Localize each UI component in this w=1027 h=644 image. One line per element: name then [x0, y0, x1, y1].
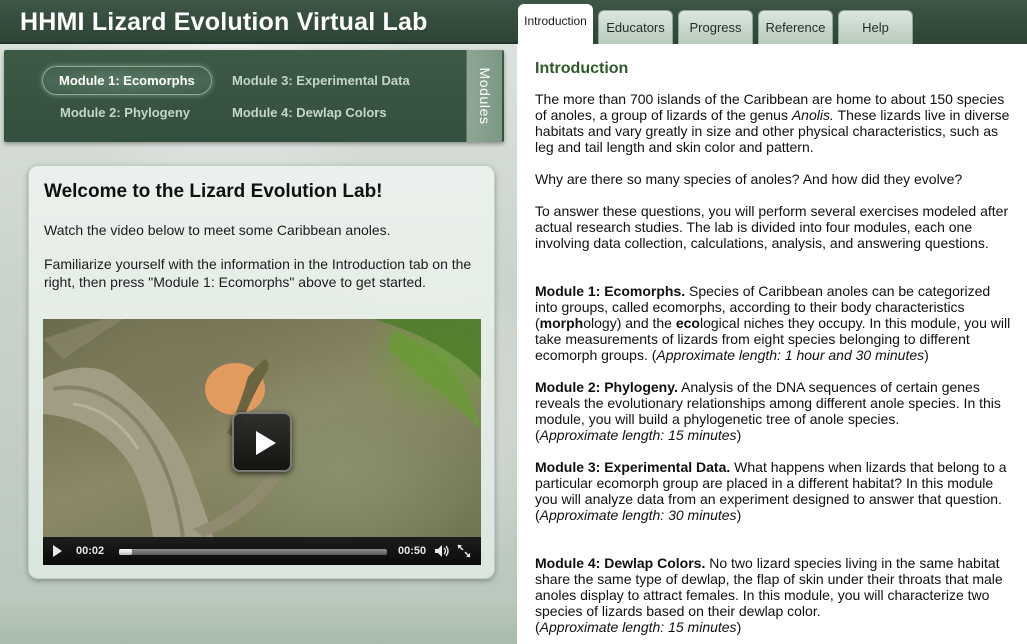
module-1-desc-morph-rest: ology) and the — [583, 315, 676, 331]
module-1-description: Module 1: Ecomorphs. Species of Caribbea… — [535, 283, 1015, 363]
module-3-experimental-data-button[interactable]: Module 3: Experimental Data — [232, 73, 410, 88]
module-nav: Module 1: Ecomorphs Module 2: Phylogeny … — [4, 50, 504, 142]
fullscreen-icon[interactable] — [457, 544, 471, 558]
app-title: HHMI Lizard Evolution Virtual Lab — [20, 8, 428, 36]
video-seek-bar[interactable] — [119, 549, 387, 555]
volume-icon[interactable] — [434, 544, 450, 558]
intro-p1-genus: Anolis. — [791, 107, 834, 123]
module-4-desc-length: Approximate length: 15 minutes — [539, 619, 737, 635]
tab-progress[interactable]: Progress — [678, 10, 753, 44]
modules-side-tab[interactable]: Modules — [466, 50, 502, 142]
welcome-title: Welcome to the Lizard Evolution Lab! — [44, 181, 383, 202]
module-2-desc-title: Module 2: Phylogeny. — [535, 379, 678, 395]
welcome-instructions-text: Familiarize yourself with the informatio… — [44, 256, 472, 290]
module-3-desc-title: Module 3: Experimental Data. — [535, 459, 731, 475]
video-frame — [43, 319, 481, 538]
play-icon[interactable] — [53, 545, 62, 557]
module-4-dewlap-colors-button[interactable]: Module 4: Dewlap Colors — [232, 105, 387, 120]
tab-educators[interactable]: Educators — [598, 10, 673, 44]
video-current-time: 00:02 — [76, 545, 105, 557]
title-bar: HHMI Lizard Evolution Virtual Lab — [0, 0, 517, 44]
tab-introduction[interactable]: Introduction — [518, 4, 593, 44]
module-2-desc-close: ) — [736, 427, 742, 443]
module-1-desc-eco: eco — [675, 315, 700, 331]
module-1-desc-close: ) — [924, 347, 929, 363]
intro-paragraph-1: The more than 700 islands of the Caribbe… — [535, 91, 1015, 155]
tab-help[interactable]: Help — [838, 10, 913, 44]
intro-paragraph-2: Why are there so many species of anoles?… — [535, 171, 963, 187]
welcome-intro-text: Watch the video below to meet some Carib… — [44, 222, 391, 238]
module-4-desc-title: Module 4: Dewlap Colors. — [535, 555, 706, 571]
module-3-description: Module 3: Experimental Data. What happen… — [535, 459, 1015, 523]
module-3-desc-length: Approximate length: 30 minutes — [539, 507, 737, 523]
introduction-heading: Introduction — [535, 60, 629, 77]
video-duration: 00:50 — [398, 545, 427, 557]
module-2-desc-length: Approximate length: 15 minutes — [539, 427, 737, 443]
big-play-button[interactable] — [232, 412, 292, 472]
intro-paragraph-3: To answer these questions, you will perf… — [535, 203, 1009, 251]
background-footer-strip — [0, 603, 517, 644]
module-1-desc-title: Module 1: Ecomorphs. — [535, 283, 686, 299]
module-2-phylogeny-button[interactable]: Module 2: Phylogeny — [60, 105, 190, 120]
video-controls: 00:02 00:50 — [43, 537, 481, 565]
tab-reference[interactable]: Reference — [758, 10, 833, 44]
video-player[interactable]: 00:02 00:50 — [43, 319, 481, 565]
module-1-ecomorphs-button[interactable]: Module 1: Ecomorphs — [42, 66, 212, 95]
module-4-description: Module 4: Dewlap Colors. No two lizard s… — [535, 555, 1015, 635]
modules-side-tab-label: Modules — [476, 67, 493, 125]
module-2-description: Module 2: Phylogeny. Analysis of the DNA… — [535, 379, 1015, 443]
module-1-desc-length: Approximate length: 1 hour and 30 minute… — [656, 347, 925, 363]
module-3-desc-close: ) — [736, 507, 742, 523]
video-seek-progress — [119, 549, 133, 555]
module-4-desc-close: ) — [736, 619, 742, 635]
module-1-desc-morph: morph — [539, 315, 584, 331]
introduction-panel: Introduction The more than 700 islands o… — [517, 44, 1027, 644]
welcome-card: Welcome to the Lizard Evolution Lab! Wat… — [28, 165, 495, 579]
